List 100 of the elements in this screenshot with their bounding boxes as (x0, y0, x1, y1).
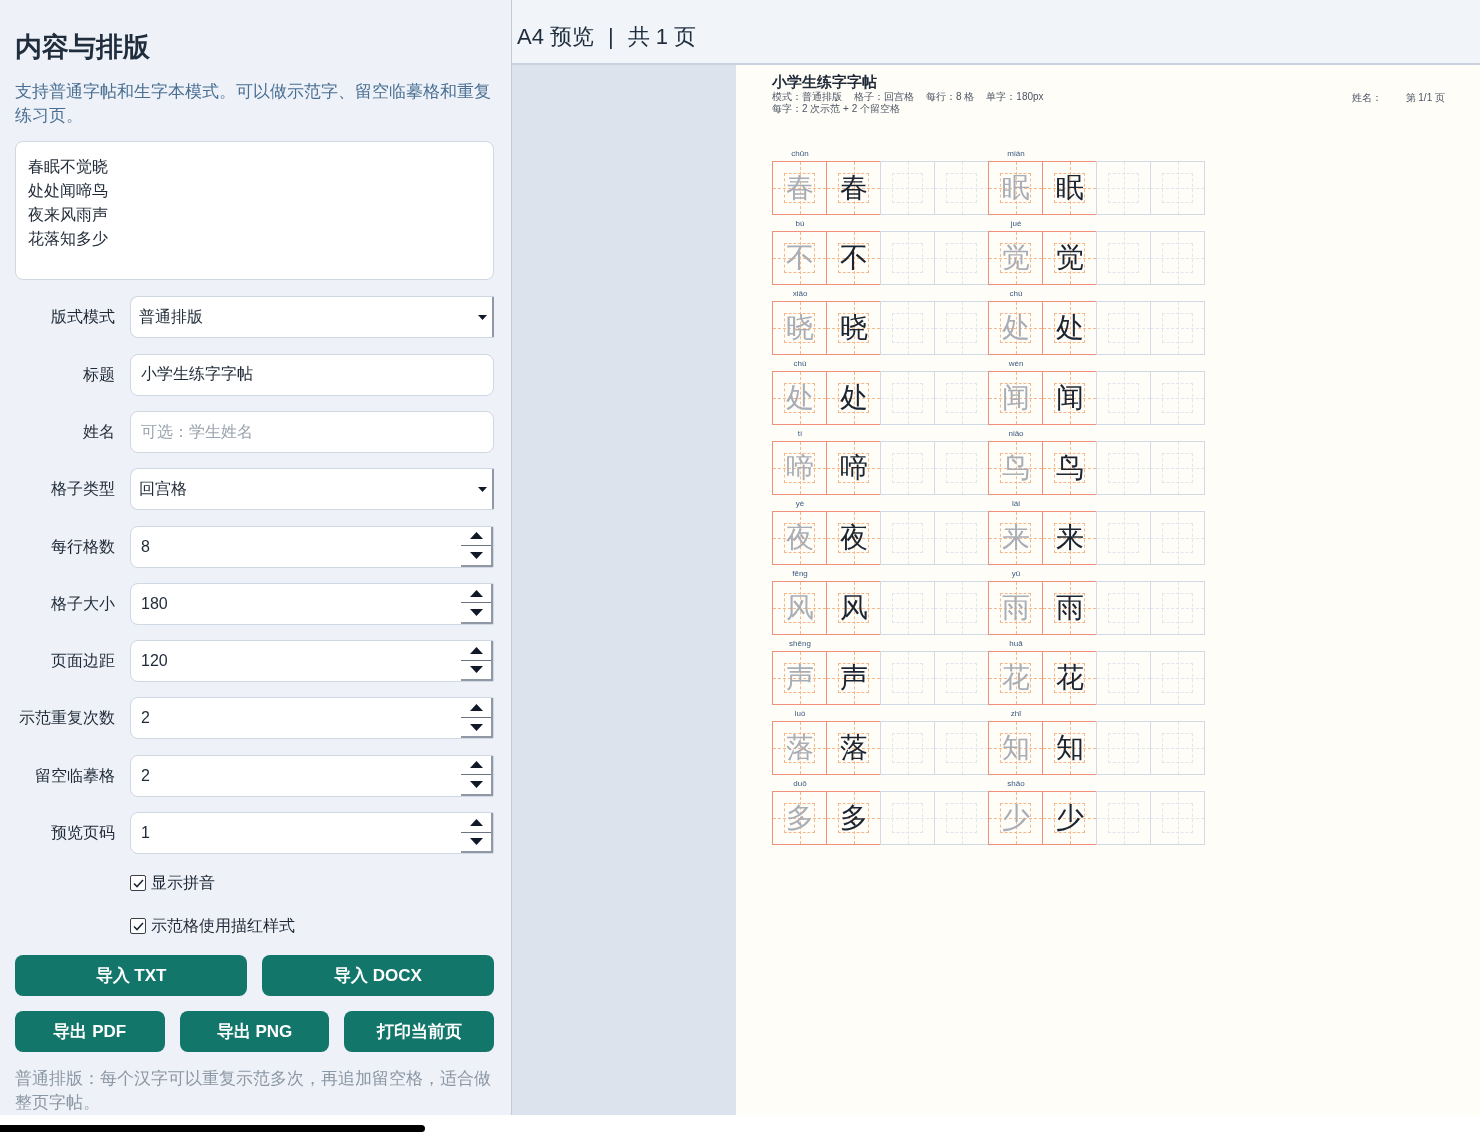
pinyin-text: shǎo (1007, 779, 1025, 790)
number-field[interactable]: 2 (130, 697, 494, 740)
practice-cell (1150, 161, 1205, 215)
practice-cell (934, 791, 989, 845)
field-label: 标题 (82, 364, 115, 385)
demo-cell: 声 (772, 651, 827, 705)
practice-cell (880, 301, 935, 355)
action-button[interactable]: 导出 PNG (179, 1011, 330, 1052)
demo-cell: 少 (1042, 791, 1097, 845)
practice-cell (934, 161, 989, 215)
demo-cell: 雨 (988, 581, 1043, 635)
page-count: 共 1 页 (627, 23, 697, 51)
pinyin-text: tí (797, 429, 803, 440)
demo-cell: 风 (772, 581, 827, 635)
field-label: 版式模式 (50, 307, 115, 328)
demo-cell: 鸟 (988, 441, 1043, 495)
demo-cell: 啼 (826, 441, 881, 495)
panel-title: 内容与排版 (15, 31, 150, 64)
practice-cell (1150, 511, 1205, 565)
number-field[interactable]: 1 (130, 812, 494, 854)
demo-cell: 不 (772, 231, 827, 285)
select-field[interactable]: 回宫格 (130, 468, 494, 511)
practice-cell (934, 301, 989, 355)
checkbox[interactable] (130, 875, 146, 891)
demo-cell: 啼 (772, 441, 827, 495)
text-field[interactable]: 小学生练字字帖 (130, 353, 494, 396)
pinyin-text: yè (795, 499, 805, 510)
text-line: 处处闻啼鸟 (28, 181, 108, 201)
number-field[interactable]: 120 (130, 640, 494, 683)
demo-cell: 春 (826, 161, 881, 215)
pinyin-text: duō (793, 779, 807, 790)
demo-cell: 春 (772, 161, 827, 215)
practice-cell (880, 581, 935, 635)
practice-cell (1096, 161, 1151, 215)
field-label: 留空临摹格 (34, 765, 115, 786)
demo-cell: 眠 (1042, 161, 1097, 215)
text-field[interactable]: 可选：学生姓名 (130, 410, 494, 453)
pinyin-text: mián (1007, 149, 1025, 160)
field-label: 格子大小 (50, 593, 115, 614)
pinyin-text: luò (794, 709, 806, 720)
practice-cell (934, 721, 989, 775)
caret-up-icon (469, 761, 483, 769)
caret-down-icon (469, 551, 483, 559)
pinyin-text: huā (1009, 639, 1023, 650)
pinyin-text: jué (1010, 219, 1022, 230)
demo-cell: 鸟 (1042, 441, 1097, 495)
practice-cell (880, 371, 935, 425)
page-meta-text: 单字：180px (986, 91, 1044, 103)
practice-cell (1096, 511, 1151, 565)
pinyin-text: chù (1009, 289, 1023, 300)
demo-cell: 落 (772, 721, 827, 775)
checkbox[interactable] (130, 918, 146, 934)
text-area[interactable]: 春眠不觉晓 处处闻啼鸟 夜来风雨声 花落知多少 (15, 141, 494, 281)
action-button[interactable]: 导入 DOCX (262, 955, 494, 996)
page-meta-text: 格子：回宫格 (854, 91, 914, 103)
number-field[interactable]: 2 (130, 754, 494, 797)
demo-cell: 声 (826, 651, 881, 705)
select-field[interactable]: 普通排版 (130, 296, 494, 339)
practice-cell (1096, 651, 1151, 705)
demo-cell: 处 (988, 301, 1043, 355)
demo-cell: 不 (826, 231, 881, 285)
caret-down-icon (469, 723, 483, 731)
text-line: 春眠不觉晓 (28, 157, 108, 177)
caret-up-icon (469, 646, 483, 654)
number-field[interactable]: 180 (130, 582, 494, 625)
text-line: 夜来风雨声 (28, 205, 108, 225)
practice-cell (934, 581, 989, 635)
demo-cell: 眠 (988, 161, 1043, 215)
scrollbar-thumb[interactable] (0, 1125, 425, 1132)
panel-description: 支持普通字帖和生字本模式。可以做示范字、留空临摹格和重复练习页。 (15, 81, 492, 127)
separator-text: | (608, 23, 614, 51)
page-meta-text: 每行：8 格 (926, 91, 975, 103)
caret-down-icon (469, 838, 483, 846)
caret-up-icon (469, 589, 483, 597)
practice-cell (1150, 651, 1205, 705)
page-meta-text: 模式：普通排版 (772, 91, 842, 103)
pinyin-text: shēng (789, 639, 811, 650)
action-button[interactable]: 导出 PDF (15, 1011, 165, 1052)
mode-note: 普通排版：每个汉字可以重复示范多次，再追加留空格，适合做整页字帖。 (15, 1068, 492, 1114)
number-field[interactable]: 8 (130, 525, 494, 568)
preview-title: A4 预览 (517, 23, 595, 51)
practice-cell (1096, 231, 1151, 285)
checkbox-label[interactable]: 显示拼音 (151, 871, 215, 895)
demo-cell: 觉 (988, 231, 1043, 285)
action-button[interactable]: 打印当前页 (344, 1011, 494, 1052)
practice-cell (880, 441, 935, 495)
caret-up-icon (469, 532, 483, 540)
pinyin-text: chù (793, 359, 807, 370)
demo-cell: 花 (1042, 651, 1097, 705)
practice-cell (934, 231, 989, 285)
practice-cell (1150, 231, 1205, 285)
practice-cell (1150, 721, 1205, 775)
text-line: 花落知多少 (28, 229, 108, 249)
practice-cell (1096, 791, 1151, 845)
checkbox-label[interactable]: 示范格使用描红样式 (151, 914, 295, 938)
practice-cell (1096, 581, 1151, 635)
demo-cell: 花 (988, 651, 1043, 705)
pinyin-text: wén (1008, 359, 1024, 370)
demo-cell: 风 (826, 581, 881, 635)
action-button[interactable]: 导入 TXT (15, 955, 247, 996)
